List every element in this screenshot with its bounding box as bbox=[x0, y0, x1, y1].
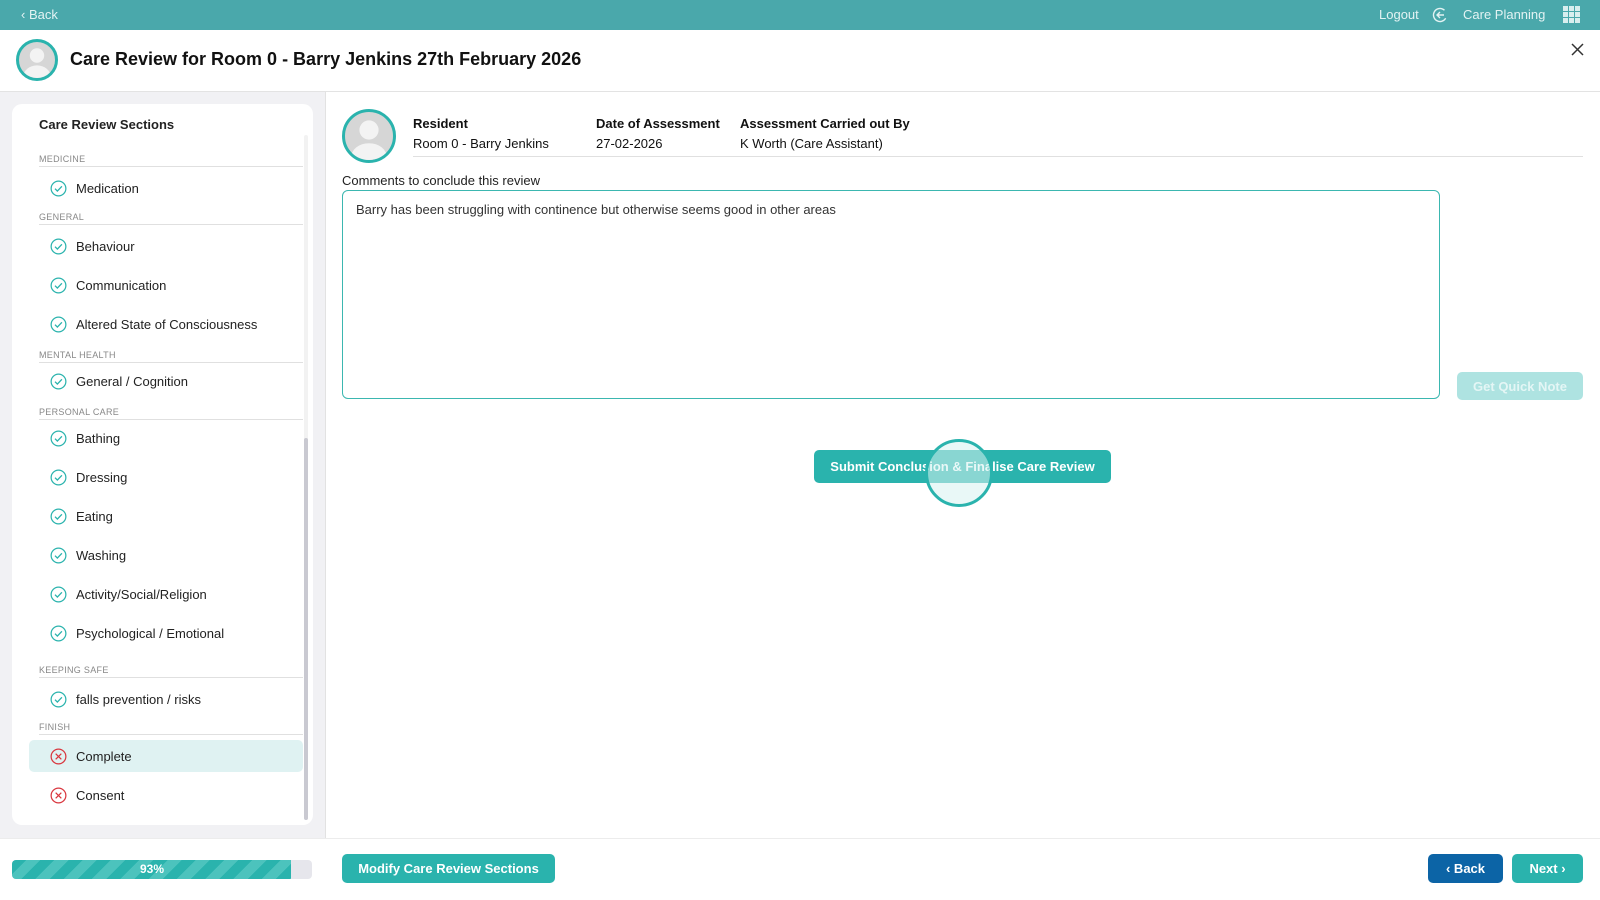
sidebar-item-label: Complete bbox=[76, 748, 132, 764]
sidebar-item-label: Washing bbox=[76, 547, 127, 563]
check-circle-icon bbox=[50, 180, 67, 196]
sidebar-item-label: Medication bbox=[76, 180, 139, 196]
top-bar: ‹ Back Logout Care Planning bbox=[0, 0, 1600, 30]
section-heading-finish: FINISH bbox=[39, 722, 303, 735]
sidebar-item-label: Altered State of Consciousness bbox=[76, 316, 258, 332]
sidebar-item[interactable]: Bathing bbox=[29, 422, 303, 454]
check-circle-icon bbox=[50, 586, 67, 602]
sidebar-item[interactable]: Medication bbox=[29, 172, 303, 204]
section-heading-medicine: MEDICINE bbox=[39, 154, 303, 167]
date-value: 27-02-2026 bbox=[596, 136, 663, 151]
resident-avatar bbox=[16, 39, 58, 81]
section-heading-keeping-safe: KEEPING SAFE bbox=[39, 665, 303, 678]
check-circle-icon bbox=[50, 625, 67, 641]
apps-grid-icon[interactable] bbox=[1563, 6, 1580, 23]
modify-sections-button[interactable]: Modify Care Review Sections bbox=[342, 854, 555, 883]
check-circle-icon bbox=[50, 547, 67, 563]
sidebar-item[interactable]: General / Cognition bbox=[29, 365, 303, 397]
person-icon bbox=[351, 120, 387, 160]
sidebar-title: Care Review Sections bbox=[39, 117, 175, 132]
get-quick-note-button[interactable]: Get Quick Note bbox=[1457, 372, 1583, 400]
check-circle-icon bbox=[50, 469, 67, 485]
date-label: Date of Assessment bbox=[596, 116, 720, 131]
sidebar-item-label: Behaviour bbox=[76, 238, 135, 254]
check-circle-icon bbox=[50, 691, 67, 707]
x-circle-icon bbox=[50, 787, 67, 803]
close-icon[interactable] bbox=[1571, 43, 1584, 56]
comments-label: Comments to conclude this review bbox=[342, 173, 540, 188]
sidebar-item-label: Psychological / Emotional bbox=[76, 625, 225, 641]
sidebar-item-label: Consent bbox=[76, 787, 125, 803]
back-button[interactable]: ‹ Back bbox=[1428, 854, 1503, 883]
assessor-value: K Worth (Care Assistant) bbox=[740, 136, 883, 151]
check-circle-icon bbox=[50, 373, 67, 389]
check-circle-icon bbox=[50, 430, 67, 446]
next-button[interactable]: Next › bbox=[1512, 854, 1583, 883]
sidebar-item[interactable]: falls prevention / risks bbox=[29, 683, 303, 715]
sidebar-item[interactable]: Consent bbox=[29, 779, 303, 811]
check-circle-icon bbox=[50, 238, 67, 254]
info-divider bbox=[413, 156, 1583, 157]
sidebar-item-label: Eating bbox=[76, 508, 113, 524]
progress-label: 93% bbox=[139, 862, 165, 876]
sidebar-item[interactable]: Activity/Social/Religion bbox=[29, 578, 303, 610]
sidebar-item-label: Dressing bbox=[76, 469, 128, 485]
sidebar-item[interactable]: Eating bbox=[29, 500, 303, 532]
sidebar-item[interactable]: Psychological / Emotional bbox=[29, 617, 303, 649]
section-heading-mental-health: MENTAL HEALTH bbox=[39, 350, 303, 363]
page-header: Care Review for Room 0 - Barry Jenkins 2… bbox=[0, 30, 1600, 92]
sidebar-item-label: Bathing bbox=[76, 430, 121, 446]
sidebar-item[interactable]: Altered State of Consciousness bbox=[29, 308, 303, 340]
sidebar-item-label: falls prevention / risks bbox=[76, 691, 201, 707]
person-icon bbox=[23, 48, 51, 78]
resident-value: Room 0 - Barry Jenkins bbox=[413, 136, 549, 151]
top-back-link[interactable]: ‹ Back bbox=[21, 7, 58, 22]
comments-textarea[interactable] bbox=[342, 190, 1440, 399]
check-circle-icon bbox=[50, 316, 67, 332]
check-circle-icon bbox=[50, 508, 67, 524]
resident-label: Resident bbox=[413, 116, 468, 131]
logout-icon[interactable] bbox=[1432, 7, 1448, 23]
sidebar-item[interactable]: Complete bbox=[29, 740, 303, 772]
logout-link[interactable]: Logout bbox=[1379, 7, 1419, 22]
assessor-label: Assessment Carried out By bbox=[740, 116, 910, 131]
sidebar-item[interactable]: Communication bbox=[29, 269, 303, 301]
sidebar-item-label: Communication bbox=[76, 277, 167, 293]
sidebar-item[interactable]: Behaviour bbox=[29, 230, 303, 262]
care-planning-link[interactable]: Care Planning bbox=[1463, 7, 1545, 22]
sidebar-item-label: General / Cognition bbox=[76, 373, 189, 389]
check-circle-icon bbox=[50, 277, 67, 293]
submit-conclusion-button[interactable]: Submit Conclusion & Finalise Care Review bbox=[814, 450, 1111, 483]
sidebar-scrollbar-thumb[interactable] bbox=[304, 438, 308, 820]
care-review-sections-panel: Care Review Sections MEDICINE GENERAL ME… bbox=[12, 104, 313, 825]
sidebar-item-label: Activity/Social/Religion bbox=[76, 586, 207, 602]
section-heading-general: GENERAL bbox=[39, 212, 303, 225]
resident-photo bbox=[342, 109, 396, 163]
sidebar-item[interactable]: Dressing bbox=[29, 461, 303, 493]
section-heading-personal-care: PERSONAL CARE bbox=[39, 407, 303, 420]
sidebar-item[interactable]: Washing bbox=[29, 539, 303, 571]
x-circle-icon bbox=[50, 748, 67, 764]
page-title: Care Review for Room 0 - Barry Jenkins 2… bbox=[70, 49, 582, 69]
